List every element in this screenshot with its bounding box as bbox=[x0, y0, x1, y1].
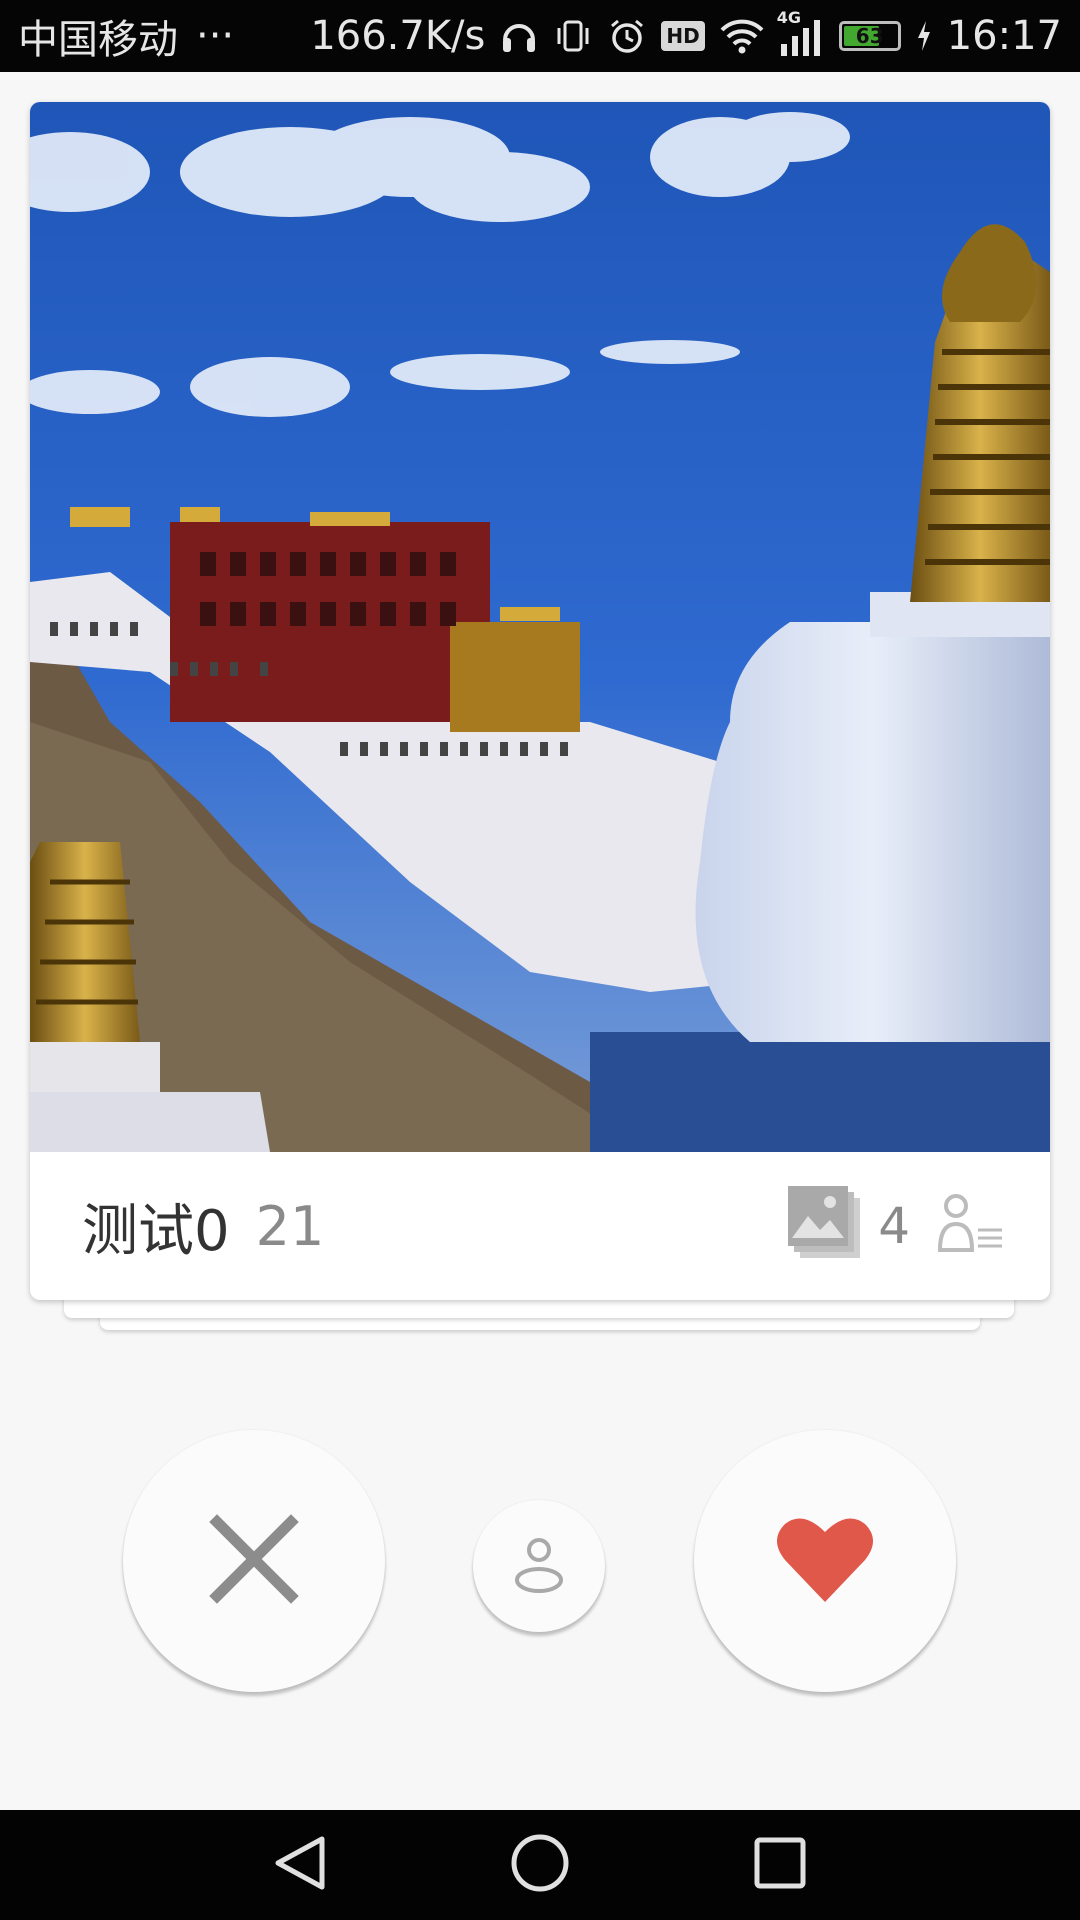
profile-name-row: 测试0 21 bbox=[82, 1152, 324, 1300]
battery-level: 63 bbox=[855, 24, 884, 48]
home-circle-icon bbox=[509, 1832, 571, 1898]
recent-apps-button[interactable] bbox=[710, 1810, 850, 1920]
signal-icon: 4G bbox=[777, 8, 825, 58]
clock: 16:17 bbox=[946, 13, 1062, 59]
close-icon bbox=[209, 1514, 299, 1608]
battery-icon: 63 bbox=[838, 21, 901, 51]
view-profile-button[interactable] bbox=[473, 1500, 605, 1632]
profile-photo-illustration bbox=[30, 102, 1050, 1152]
charging-icon bbox=[915, 19, 933, 53]
vibrate-icon bbox=[553, 16, 593, 56]
profile-age: 21 bbox=[255, 1194, 325, 1258]
photo-count: 4 bbox=[878, 1197, 910, 1255]
profile-card[interactable]: 测试0 21 4 bbox=[30, 102, 1050, 1300]
network-speed: 166.7K/s bbox=[310, 13, 486, 59]
status-bar: 中国移动 ··· 166.7K/s HD 4G 63 16:17 bbox=[0, 0, 1080, 72]
photo-stack-icon bbox=[788, 1186, 864, 1266]
dislike-button[interactable] bbox=[123, 1430, 385, 1692]
like-button[interactable] bbox=[694, 1430, 956, 1692]
recent-square-icon bbox=[752, 1835, 808, 1895]
photo-count-indicator: 4 bbox=[788, 1152, 910, 1300]
profile-name: 测试0 bbox=[82, 1198, 230, 1264]
network-type-label: 4G bbox=[776, 8, 801, 27]
home-button[interactable] bbox=[470, 1810, 610, 1920]
person-icon bbox=[512, 1534, 566, 1598]
profile-list-icon[interactable] bbox=[937, 1190, 1004, 1256]
heart-icon bbox=[775, 1514, 875, 1608]
system-navigation-bar bbox=[0, 1810, 1080, 1920]
back-triangle-icon bbox=[272, 1833, 328, 1897]
wifi-icon bbox=[719, 16, 765, 56]
back-button[interactable] bbox=[230, 1810, 370, 1920]
headphones-icon bbox=[499, 16, 539, 56]
profile-card-footer: 测试0 21 4 bbox=[30, 1152, 1050, 1300]
alarm-icon bbox=[607, 16, 647, 56]
carrier-label: 中国移动 bbox=[18, 17, 178, 63]
profile-photo[interactable] bbox=[30, 102, 1050, 1152]
status-more-indicator: ··· bbox=[196, 13, 235, 59]
hd-badge: HD bbox=[661, 21, 705, 51]
